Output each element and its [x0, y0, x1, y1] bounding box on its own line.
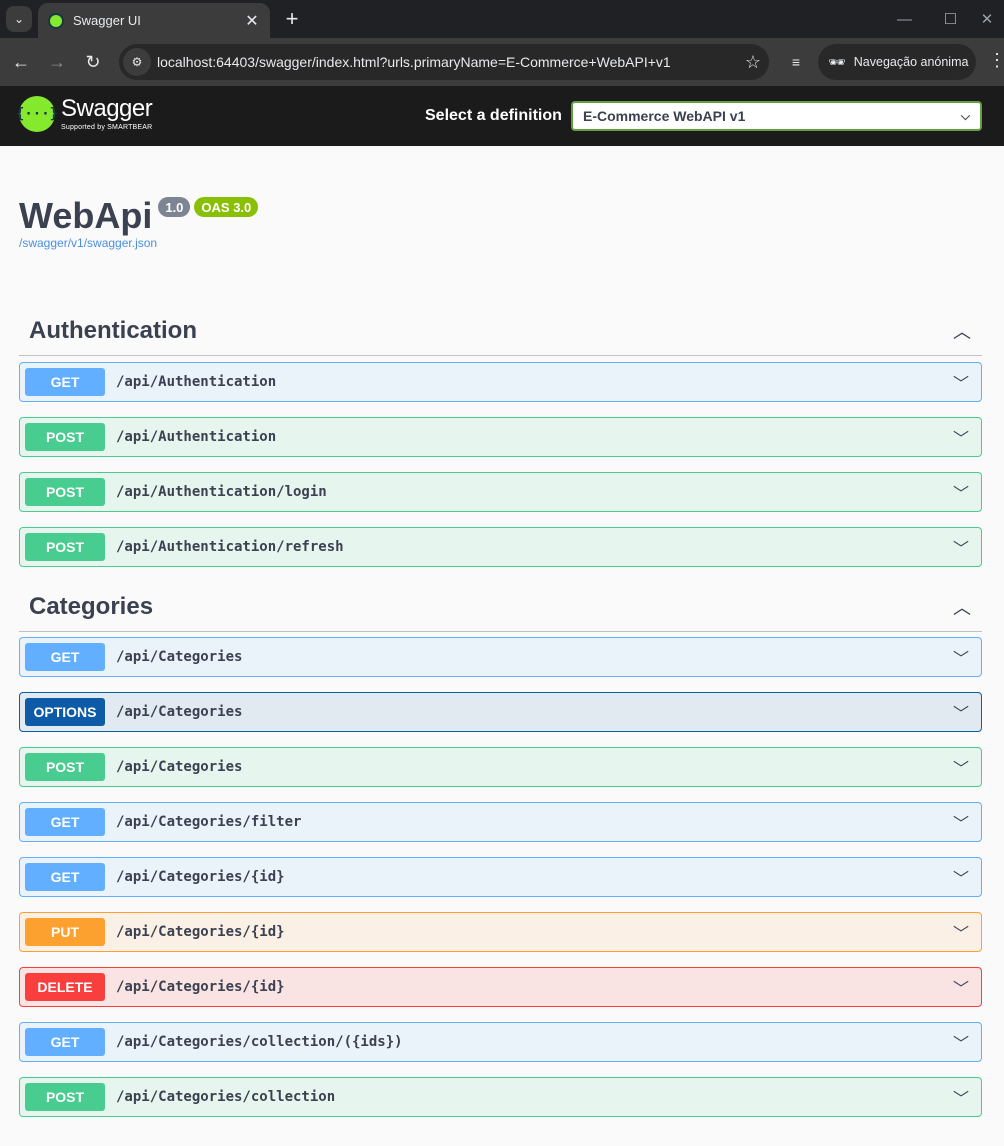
operation-row[interactable]: POST /api/Authentication/refresh ﹀ — [19, 527, 982, 567]
operation-path: /api/Authentication/login — [116, 484, 327, 500]
incognito-button[interactable]: 🕶 Navegação anónima — [818, 44, 976, 80]
operation-row[interactable]: GET /api/Categories/{id} ﹀ — [19, 857, 982, 897]
chevron-down-icon[interactable]: ﹀ — [941, 480, 981, 504]
swagger-logo[interactable]: {···} Swagger Supported by SMARTBEAR — [16, 95, 153, 132]
url-text[interactable]: localhost:64403/swagger/index.html?urls.… — [157, 54, 737, 70]
chevron-down-icon[interactable]: ﹀ — [941, 370, 981, 394]
method-badge: GET — [25, 808, 105, 836]
method-badge: POST — [25, 753, 105, 781]
new-tab-button[interactable]: + — [279, 6, 305, 32]
operation-path: /api/Categories/collection/({ids}) — [116, 1034, 403, 1050]
chevron-down-icon[interactable]: ﹀ — [941, 865, 981, 889]
chevron-down-icon[interactable]: ﹀ — [941, 1030, 981, 1054]
close-window-icon[interactable]: ✕ — [970, 0, 1004, 38]
operation-row[interactable]: DELETE /api/Categories/{id} ﹀ — [19, 967, 982, 1007]
site-info-icon[interactable]: ⚙ — [123, 48, 151, 76]
operation-path: /api/Authentication/refresh — [116, 539, 344, 555]
operation-path: /api/Authentication — [116, 429, 277, 445]
method-badge: POST — [25, 533, 105, 561]
minimize-icon[interactable]: — — [882, 0, 927, 38]
address-bar[interactable]: ⚙ localhost:64403/swagger/index.html?url… — [119, 44, 769, 80]
operation-path: /api/Categories — [116, 649, 243, 665]
chevron-down-icon[interactable]: ﹀ — [941, 535, 981, 559]
method-badge: POST — [25, 423, 105, 451]
method-badge: POST — [25, 1083, 105, 1111]
method-badge: GET — [25, 863, 105, 891]
chevron-down-icon[interactable]: ﹀ — [941, 755, 981, 779]
method-badge: GET — [25, 643, 105, 671]
swagger-topbar: {···} Swagger Supported by SMARTBEAR Sel… — [0, 86, 1004, 146]
version-badge: 1.0 — [158, 197, 191, 217]
operation-row[interactable]: POST /api/Authentication ﹀ — [19, 417, 982, 457]
chevron-down-icon[interactable]: ﹀ — [941, 1085, 981, 1109]
operation-row[interactable]: POST /api/Authentication/login ﹀ — [19, 472, 982, 512]
chevron-down-icon[interactable]: ﹀ — [941, 700, 981, 724]
browser-toolbar: ← → ↻ ⚙ localhost:64403/swagger/index.ht… — [0, 38, 1004, 86]
operation-row[interactable]: GET /api/Categories ﹀ — [19, 637, 982, 677]
browser-tab[interactable]: Swagger UI ✕ — [38, 3, 270, 38]
maximize-icon[interactable]: ☐ — [928, 0, 973, 38]
chevron-down-icon: ⌵ — [960, 108, 970, 123]
operation-row[interactable]: GET /api/Categories/collection/({ids}) ﹀ — [19, 1022, 982, 1062]
operation-path: /api/Categories/{id} — [116, 869, 285, 885]
operation-row[interactable]: GET /api/Categories/filter ﹀ — [19, 802, 982, 842]
browser-menu-icon[interactable]: ⋮ — [988, 50, 1004, 71]
tab-title: Swagger UI — [73, 13, 141, 28]
operation-row[interactable]: OPTIONS /api/Categories ﹀ — [19, 692, 982, 732]
selected-definition: E-Commerce WebAPI v1 — [583, 108, 746, 124]
operation-path: /api/Authentication — [116, 374, 277, 390]
chevron-down-icon[interactable]: ﹀ — [941, 810, 981, 834]
swagger-favicon-icon — [48, 12, 64, 29]
chevron-up-icon[interactable]: ︿ — [942, 318, 982, 344]
definition-select[interactable]: E-Commerce WebAPI v1 ⌵ — [571, 101, 982, 131]
tag-title: Categories — [29, 592, 154, 620]
method-badge: DELETE — [25, 973, 105, 1001]
method-badge: GET — [25, 1028, 105, 1056]
method-badge: GET — [25, 368, 105, 396]
bookmark-star-icon[interactable]: ☆ — [737, 52, 769, 73]
chevron-down-icon[interactable]: ﹀ — [941, 425, 981, 449]
operation-path: /api/Categories — [116, 759, 243, 775]
reading-list-icon[interactable]: ≡ — [784, 50, 808, 74]
method-badge: OPTIONS — [25, 698, 105, 726]
operation-row[interactable]: POST /api/Categories ﹀ — [19, 747, 982, 787]
method-badge: POST — [25, 478, 105, 506]
operation-row[interactable]: POST /api/Categories/collection ﹀ — [19, 1077, 982, 1117]
select-definition-label: Select a definition — [425, 107, 562, 124]
operation-row[interactable]: GET /api/Authentication ﹀ — [19, 362, 982, 402]
browser-tabbar: ⌄ Swagger UI ✕ + — ☐ ✕ — [0, 0, 1004, 38]
chevron-down-icon[interactable]: ﹀ — [941, 645, 981, 669]
tag-authentication[interactable]: Authentication ︿ — [19, 306, 982, 356]
logo-subtitle: Supported by SMARTBEAR — [61, 124, 153, 131]
operation-path: /api/Categories — [116, 704, 243, 720]
chevron-up-icon[interactable]: ︿ — [942, 594, 982, 620]
api-title: WebApi — [19, 195, 153, 236]
oas-badge: OAS 3.0 — [194, 197, 259, 217]
operation-path: /api/Categories/{id} — [116, 924, 285, 940]
spec-link[interactable]: /swagger/v1/swagger.json — [19, 236, 258, 250]
api-info: WebApi 1.0 OAS 3.0 /swagger/v1/swagger.j… — [19, 194, 259, 250]
operation-path: /api/Categories/{id} — [116, 979, 285, 995]
operation-path: /api/Categories/filter — [116, 814, 302, 830]
back-arrow-icon[interactable]: ← — [9, 50, 33, 74]
incognito-icon: 🕶 — [828, 53, 846, 70]
tab-search-icon[interactable]: ⌄ — [6, 6, 32, 32]
tag-title: Authentication — [29, 316, 197, 344]
operation-path: /api/Categories/collection — [116, 1089, 336, 1105]
logo-name: Swagger — [61, 95, 153, 122]
chevron-down-icon[interactable]: ﹀ — [941, 920, 981, 944]
forward-arrow-icon[interactable]: → — [45, 50, 69, 74]
chevron-down-icon[interactable]: ﹀ — [941, 975, 981, 999]
close-tab-icon[interactable]: ✕ — [244, 11, 260, 31]
incognito-label: Navegação anónima — [853, 55, 969, 69]
tag-categories[interactable]: Categories ︿ — [19, 582, 982, 632]
reload-icon[interactable]: ↻ — [81, 50, 105, 74]
operation-row[interactable]: PUT /api/Categories/{id} ﹀ — [19, 912, 982, 952]
swagger-logo-icon: {···} — [16, 96, 58, 132]
method-badge: PUT — [25, 918, 105, 946]
